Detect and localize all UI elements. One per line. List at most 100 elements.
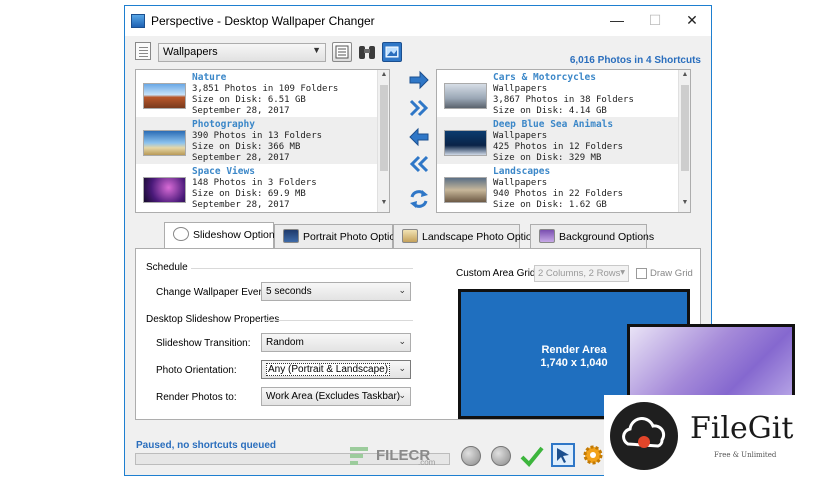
item-title: Photography [192,119,255,130]
double-arrow-left-icon [409,155,429,173]
item-detail: Size on Disk: 366 MB [192,142,301,152]
item-detail: 940 Photos in 22 Folders [493,189,624,199]
item-title: Space Views [192,166,255,177]
orientation-value: Any (Portrait & Landscape) [266,363,391,376]
settings-button[interactable] [581,443,605,470]
render-photos-label: Render Photos to: [156,392,237,403]
wallpaper-button[interactable] [382,42,402,62]
add-button[interactable] [408,70,430,90]
scroll-up-icon[interactable]: ▲ [379,71,389,83]
item-detail: 3,851 Photos in 109 Folders [192,84,339,94]
list-item[interactable]: Landscapes Wallpapers 940 Photos in 22 F… [437,164,680,211]
available-shortcuts-list[interactable]: Nature 3,851 Photos in 109 Folders Size … [135,69,390,213]
draw-grid-checkbox[interactable] [636,268,647,279]
minimize-button[interactable]: — [607,12,627,30]
toolbar: Wallpapers ▼ 6,016 Photos in 4 Shortcuts [125,37,711,69]
transition-label: Slideshow Transition: [156,338,251,349]
tab-label: Slideshow Options [193,229,280,241]
close-button[interactable]: ✕ [682,12,702,30]
tab-label: Landscape Photo Options [422,231,543,243]
orientation-select[interactable]: Any (Portrait & Landscape) ⌄ [261,360,411,379]
thumbnail [143,130,186,156]
list-icon[interactable] [135,42,151,60]
maximize-button[interactable]: ☐ [645,12,665,30]
arrow-right-icon [409,70,429,90]
scroll-down-icon[interactable]: ▼ [379,199,389,211]
render-photos-select[interactable]: Work Area (Excludes Taskbar) ⌄ [261,387,411,406]
swap-button[interactable] [408,188,430,208]
orientation-label: Photo Orientation: [156,365,237,376]
item-detail: 390 Photos in 13 Folders [192,131,323,141]
picture-icon [385,46,399,58]
preview-photo [627,324,795,402]
tab-portrait-photo-options[interactable]: Portrait Photo Options [274,224,406,248]
item-title: Nature [192,72,227,83]
chevron-down-icon: ⌄ [398,363,406,373]
title-bar: Perspective - Desktop Wallpaper Changer … [125,6,711,36]
custom-grid-label: Custom Area Grid: [456,268,539,279]
schedule-group-label: Schedule [146,262,188,273]
transition-value: Random [266,337,304,348]
thumbnail [444,130,487,156]
list-item[interactable]: Deep Blue Sea Animals Wallpapers 425 Pho… [437,117,680,164]
tab-landscape-photo-options[interactable]: Landscape Photo Options [393,224,543,248]
tab-background-options[interactable]: Background Options [530,224,654,248]
item-detail: 425 Photos in 12 Folders [493,142,624,152]
scrollbar[interactable]: ▲ ▼ [377,70,389,212]
find-button[interactable] [357,42,377,62]
scroll-down-icon[interactable]: ▼ [680,199,690,211]
binoculars-icon [359,46,375,59]
item-detail: 148 Photos in 3 Folders [192,178,317,188]
change-wallpaper-select[interactable]: 5 seconds ⌄ [261,282,411,301]
list-view-button[interactable] [332,42,352,62]
item-detail: Size on Disk: 4.14 GB [493,106,607,116]
swap-arrows-icon [410,190,428,208]
item-title: Cars & Motorcycles [493,72,596,83]
arrow-left-icon [409,127,429,147]
item-detail: Wallpapers [493,131,548,141]
draw-grid-label: Draw Grid [650,268,693,279]
filegit-watermark: FileGit Free & Unlimited [604,395,836,484]
item-detail: Wallpapers [493,178,548,188]
gear-icon [583,445,603,465]
scroll-thumb[interactable] [380,85,388,171]
pause-button[interactable] [491,446,511,466]
scroll-thumb[interactable] [681,85,689,171]
thumbnail [444,177,487,203]
item-detail: Size on Disk: 6.51 GB [192,95,306,105]
item-detail: Size on Disk: 69.9 MB [192,189,306,199]
list-item[interactable]: Space Views 148 Photos in 3 Folders Size… [136,164,379,211]
add-all-button[interactable] [408,98,430,118]
filegit-tagline: Free & Unlimited [714,451,777,459]
queued-shortcuts-list[interactable]: Cars & Motorcycles Wallpapers 3,867 Phot… [436,69,691,213]
start-button[interactable] [519,444,545,471]
divider [264,320,413,321]
preview-button[interactable] [551,443,575,467]
transition-select[interactable]: Random ⌄ [261,333,411,352]
landscape-photo-icon [402,229,418,243]
properties-group-label: Desktop Slideshow Properties [146,314,280,325]
portrait-photo-icon [283,229,299,243]
checkmark-icon [520,446,544,467]
scrollbar[interactable]: ▲ ▼ [678,70,690,212]
item-detail: Size on Disk: 329 MB [493,153,602,163]
item-title: Landscapes [493,166,551,177]
photo-count: 6,016 Photos in 4 Shortcuts [569,55,701,66]
list-item[interactable]: Photography 390 Photos in 13 Folders Siz… [136,117,379,164]
custom-grid-select[interactable]: 2 Columns, 2 Rows ▾ [534,265,629,282]
item-detail: September 28, 2017 [192,153,290,163]
stop-button[interactable] [461,446,481,466]
tab-label: Background Options [559,231,655,243]
filecr-suffix: .com [418,458,436,467]
divider [191,268,413,269]
list-item[interactable]: Nature 3,851 Photos in 109 Folders Size … [136,70,379,117]
change-wallpaper-value: 5 seconds [266,286,312,297]
remove-button[interactable] [408,127,430,147]
thumbnail [143,177,186,203]
remove-all-button[interactable] [408,154,430,174]
category-dropdown[interactable]: Wallpapers ▼ [158,43,326,62]
tab-slideshow-options[interactable]: Slideshow Options [164,222,280,248]
list-item[interactable]: Cars & Motorcycles Wallpapers 3,867 Phot… [437,70,680,117]
change-wallpaper-label: Change Wallpaper Every: [156,287,270,298]
scroll-up-icon[interactable]: ▲ [680,71,690,83]
